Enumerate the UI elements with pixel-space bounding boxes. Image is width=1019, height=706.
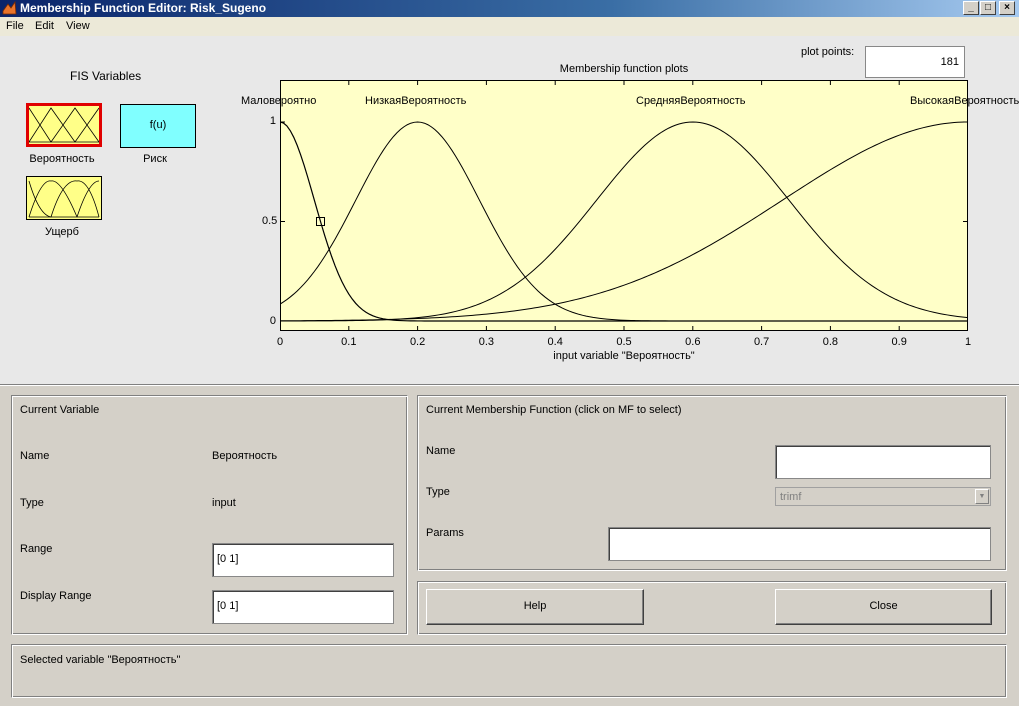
mf-type-select[interactable]: trimf ▼	[775, 487, 991, 506]
x-axis-label: input variable "Вероятность"	[553, 350, 695, 362]
output-function-label: f(u)	[149, 119, 167, 131]
mf-type-value: trimf	[780, 491, 802, 503]
variable-label: Вероятность	[29, 153, 95, 165]
x-tick-label: 0.9	[891, 336, 907, 348]
x-tick-label: 0.8	[822, 336, 839, 348]
mf-type-label: Type	[426, 486, 450, 498]
title-bar: Membership Function Editor: Risk_Sugeno …	[0, 0, 1019, 17]
plot-points-label: plot points:	[801, 46, 855, 58]
range-input[interactable]: [0 1]	[212, 543, 394, 577]
close-window-button[interactable]: ×	[999, 1, 1015, 15]
mf-curve-0	[280, 121, 968, 322]
chevron-down-icon: ▼	[975, 489, 989, 504]
current-mf-header: Current Membership Function (click on MF…	[426, 404, 682, 416]
menu-file[interactable]: File	[6, 20, 24, 32]
variable-input-verojatnost[interactable]	[26, 103, 102, 147]
mf-curve-3	[280, 121, 968, 322]
x-tick-label: 0.5	[616, 336, 632, 348]
variable-label: Ущерб	[45, 226, 79, 238]
menu-bar: File Edit View	[0, 17, 1019, 36]
variable-input-usherb[interactable]	[26, 176, 102, 220]
status-panel	[11, 644, 1007, 698]
display-range-label: Display Range	[20, 590, 92, 602]
minimize-button[interactable]: _	[963, 1, 979, 15]
y-tick-label: 1	[269, 115, 276, 127]
x-tick-label: 0.2	[409, 336, 426, 348]
range-label: Range	[20, 543, 53, 555]
x-tick-label: 0.4	[547, 336, 563, 348]
x-tick-label: 0.7	[753, 336, 770, 348]
mf-label-nizkaya[interactable]: НизкаяВероятность	[365, 95, 466, 107]
name-label: Name	[20, 450, 50, 462]
mf-name-input[interactable]	[775, 445, 991, 479]
params-input[interactable]	[608, 527, 991, 561]
y-tick-label: 0	[269, 315, 276, 327]
help-button[interactable]: Help	[426, 589, 644, 625]
display-range-input[interactable]: [0 1]	[212, 590, 394, 624]
x-tick-label: 0.3	[478, 336, 495, 348]
variable-type-value: input	[212, 497, 236, 509]
mf-label-vysokaya[interactable]: ВысокаяВероятность	[910, 95, 1019, 107]
mf-name-label: Name	[426, 445, 456, 457]
window-title: Membership Function Editor: Risk_Sugeno	[20, 1, 267, 15]
mf-curve-2	[280, 121, 968, 322]
y-tick-label: 0.5	[262, 215, 278, 227]
x-tick-label: 0	[276, 336, 284, 348]
mf-thumbnail-icon	[29, 107, 99, 143]
fis-variables-title: FIS Variables	[70, 69, 142, 83]
mf-label-malo[interactable]: Маловероятно	[241, 95, 316, 107]
variable-label: Риск	[143, 153, 167, 165]
mf-thumbnail-icon	[28, 180, 100, 218]
x-tick-label: 0.1	[341, 336, 357, 348]
plot-frame	[280, 80, 968, 331]
divider	[0, 384, 1019, 386]
menu-edit[interactable]: Edit	[35, 20, 54, 32]
membership-function-plot[interactable]	[280, 80, 968, 331]
current-variable-header: Current Variable	[20, 404, 100, 416]
x-tick-label: 1	[964, 336, 972, 348]
maximize-button[interactable]: □	[980, 1, 996, 15]
x-tick-label: 0.6	[685, 336, 701, 348]
menu-view[interactable]: View	[66, 20, 90, 32]
close-button[interactable]: Close	[775, 589, 992, 625]
params-label: Params	[426, 527, 464, 539]
variable-name-value: Вероятность	[212, 450, 278, 462]
plot-title: Membership function plots	[559, 63, 689, 75]
matlab-icon	[2, 1, 17, 15]
type-label: Type	[20, 497, 44, 509]
status-text: Selected variable "Вероятность"	[20, 654, 181, 666]
mf-curve-1	[280, 121, 968, 322]
variable-output-risk[interactable]: f(u)	[120, 104, 196, 148]
mf-label-srednyaya[interactable]: СредняяВероятность	[636, 95, 746, 107]
